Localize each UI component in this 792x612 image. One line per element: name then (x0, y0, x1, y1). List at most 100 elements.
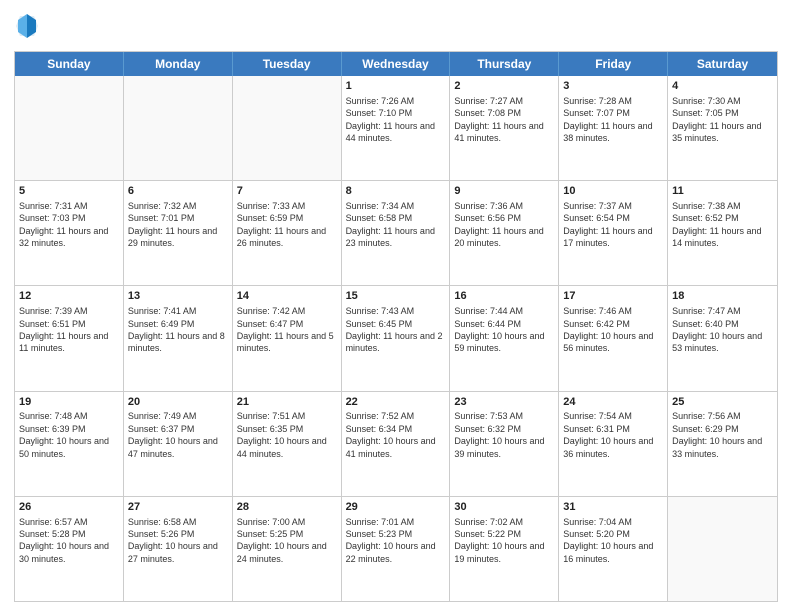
calendar-cell (15, 76, 124, 180)
cell-sun-info: Sunrise: 7:53 AM Sunset: 6:32 PM Dayligh… (454, 410, 554, 460)
day-number: 12 (19, 289, 119, 304)
day-number: 15 (346, 289, 446, 304)
day-number: 17 (563, 289, 663, 304)
calendar-row: 26Sunrise: 6:57 AM Sunset: 5:28 PM Dayli… (15, 497, 777, 601)
cell-sun-info: Sunrise: 7:34 AM Sunset: 6:58 PM Dayligh… (346, 200, 446, 250)
calendar-header: SundayMondayTuesdayWednesdayThursdayFrid… (15, 52, 777, 76)
weekday-header: Sunday (15, 52, 124, 76)
calendar-cell: 23Sunrise: 7:53 AM Sunset: 6:32 PM Dayli… (450, 392, 559, 496)
day-number: 20 (128, 395, 228, 410)
day-number: 1 (346, 79, 446, 94)
cell-sun-info: Sunrise: 7:01 AM Sunset: 5:23 PM Dayligh… (346, 516, 446, 566)
day-number: 16 (454, 289, 554, 304)
day-number: 26 (19, 500, 119, 515)
calendar-cell: 17Sunrise: 7:46 AM Sunset: 6:42 PM Dayli… (559, 286, 668, 390)
calendar-cell: 12Sunrise: 7:39 AM Sunset: 6:51 PM Dayli… (15, 286, 124, 390)
cell-sun-info: Sunrise: 7:33 AM Sunset: 6:59 PM Dayligh… (237, 200, 337, 250)
day-number: 6 (128, 184, 228, 199)
calendar-cell (124, 76, 233, 180)
calendar-cell: 24Sunrise: 7:54 AM Sunset: 6:31 PM Dayli… (559, 392, 668, 496)
cell-sun-info: Sunrise: 7:36 AM Sunset: 6:56 PM Dayligh… (454, 200, 554, 250)
cell-sun-info: Sunrise: 7:38 AM Sunset: 6:52 PM Dayligh… (672, 200, 773, 250)
weekday-header: Thursday (450, 52, 559, 76)
calendar-cell: 25Sunrise: 7:56 AM Sunset: 6:29 PM Dayli… (668, 392, 777, 496)
day-number: 7 (237, 184, 337, 199)
cell-sun-info: Sunrise: 7:51 AM Sunset: 6:35 PM Dayligh… (237, 410, 337, 460)
calendar-row: 19Sunrise: 7:48 AM Sunset: 6:39 PM Dayli… (15, 392, 777, 497)
cell-sun-info: Sunrise: 7:00 AM Sunset: 5:25 PM Dayligh… (237, 516, 337, 566)
cell-sun-info: Sunrise: 7:02 AM Sunset: 5:22 PM Dayligh… (454, 516, 554, 566)
calendar-body: 1Sunrise: 7:26 AM Sunset: 7:10 PM Daylig… (15, 76, 777, 601)
calendar-cell: 30Sunrise: 7:02 AM Sunset: 5:22 PM Dayli… (450, 497, 559, 601)
cell-sun-info: Sunrise: 7:47 AM Sunset: 6:40 PM Dayligh… (672, 305, 773, 355)
cell-sun-info: Sunrise: 7:31 AM Sunset: 7:03 PM Dayligh… (19, 200, 119, 250)
cell-sun-info: Sunrise: 7:56 AM Sunset: 6:29 PM Dayligh… (672, 410, 773, 460)
day-number: 2 (454, 79, 554, 94)
calendar-cell: 28Sunrise: 7:00 AM Sunset: 5:25 PM Dayli… (233, 497, 342, 601)
calendar-cell: 27Sunrise: 6:58 AM Sunset: 5:26 PM Dayli… (124, 497, 233, 601)
cell-sun-info: Sunrise: 7:37 AM Sunset: 6:54 PM Dayligh… (563, 200, 663, 250)
weekday-header: Friday (559, 52, 668, 76)
calendar-cell: 31Sunrise: 7:04 AM Sunset: 5:20 PM Dayli… (559, 497, 668, 601)
cell-sun-info: Sunrise: 7:30 AM Sunset: 7:05 PM Dayligh… (672, 95, 773, 145)
calendar-cell: 18Sunrise: 7:47 AM Sunset: 6:40 PM Dayli… (668, 286, 777, 390)
logo (14, 14, 38, 45)
day-number: 27 (128, 500, 228, 515)
calendar-cell: 21Sunrise: 7:51 AM Sunset: 6:35 PM Dayli… (233, 392, 342, 496)
cell-sun-info: Sunrise: 7:44 AM Sunset: 6:44 PM Dayligh… (454, 305, 554, 355)
header (14, 10, 778, 45)
calendar-cell: 11Sunrise: 7:38 AM Sunset: 6:52 PM Dayli… (668, 181, 777, 285)
calendar-cell: 26Sunrise: 6:57 AM Sunset: 5:28 PM Dayli… (15, 497, 124, 601)
day-number: 28 (237, 500, 337, 515)
calendar-cell: 2Sunrise: 7:27 AM Sunset: 7:08 PM Daylig… (450, 76, 559, 180)
day-number: 24 (563, 395, 663, 410)
day-number: 5 (19, 184, 119, 199)
calendar-cell: 8Sunrise: 7:34 AM Sunset: 6:58 PM Daylig… (342, 181, 451, 285)
weekday-header: Wednesday (342, 52, 451, 76)
weekday-header: Tuesday (233, 52, 342, 76)
calendar-row: 12Sunrise: 7:39 AM Sunset: 6:51 PM Dayli… (15, 286, 777, 391)
day-number: 18 (672, 289, 773, 304)
day-number: 9 (454, 184, 554, 199)
calendar-cell: 19Sunrise: 7:48 AM Sunset: 6:39 PM Dayli… (15, 392, 124, 496)
calendar: SundayMondayTuesdayWednesdayThursdayFrid… (14, 51, 778, 602)
cell-sun-info: Sunrise: 7:42 AM Sunset: 6:47 PM Dayligh… (237, 305, 337, 355)
calendar-cell: 29Sunrise: 7:01 AM Sunset: 5:23 PM Dayli… (342, 497, 451, 601)
day-number: 25 (672, 395, 773, 410)
cell-sun-info: Sunrise: 7:28 AM Sunset: 7:07 PM Dayligh… (563, 95, 663, 145)
calendar-cell: 5Sunrise: 7:31 AM Sunset: 7:03 PM Daylig… (15, 181, 124, 285)
cell-sun-info: Sunrise: 7:43 AM Sunset: 6:45 PM Dayligh… (346, 305, 446, 355)
calendar-cell: 13Sunrise: 7:41 AM Sunset: 6:49 PM Dayli… (124, 286, 233, 390)
calendar-cell (233, 76, 342, 180)
cell-sun-info: Sunrise: 7:54 AM Sunset: 6:31 PM Dayligh… (563, 410, 663, 460)
cell-sun-info: Sunrise: 7:04 AM Sunset: 5:20 PM Dayligh… (563, 516, 663, 566)
calendar-cell: 22Sunrise: 7:52 AM Sunset: 6:34 PM Dayli… (342, 392, 451, 496)
cell-sun-info: Sunrise: 7:32 AM Sunset: 7:01 PM Dayligh… (128, 200, 228, 250)
calendar-cell: 10Sunrise: 7:37 AM Sunset: 6:54 PM Dayli… (559, 181, 668, 285)
calendar-cell: 9Sunrise: 7:36 AM Sunset: 6:56 PM Daylig… (450, 181, 559, 285)
cell-sun-info: Sunrise: 6:58 AM Sunset: 5:26 PM Dayligh… (128, 516, 228, 566)
weekday-header: Saturday (668, 52, 777, 76)
cell-sun-info: Sunrise: 7:52 AM Sunset: 6:34 PM Dayligh… (346, 410, 446, 460)
day-number: 3 (563, 79, 663, 94)
logo-icon (16, 12, 38, 40)
cell-sun-info: Sunrise: 7:27 AM Sunset: 7:08 PM Dayligh… (454, 95, 554, 145)
cell-sun-info: Sunrise: 7:39 AM Sunset: 6:51 PM Dayligh… (19, 305, 119, 355)
calendar-cell: 7Sunrise: 7:33 AM Sunset: 6:59 PM Daylig… (233, 181, 342, 285)
calendar-cell: 3Sunrise: 7:28 AM Sunset: 7:07 PM Daylig… (559, 76, 668, 180)
day-number: 30 (454, 500, 554, 515)
calendar-cell: 1Sunrise: 7:26 AM Sunset: 7:10 PM Daylig… (342, 76, 451, 180)
day-number: 22 (346, 395, 446, 410)
day-number: 21 (237, 395, 337, 410)
cell-sun-info: Sunrise: 7:48 AM Sunset: 6:39 PM Dayligh… (19, 410, 119, 460)
calendar-cell: 14Sunrise: 7:42 AM Sunset: 6:47 PM Dayli… (233, 286, 342, 390)
calendar-cell: 6Sunrise: 7:32 AM Sunset: 7:01 PM Daylig… (124, 181, 233, 285)
day-number: 19 (19, 395, 119, 410)
day-number: 10 (563, 184, 663, 199)
cell-sun-info: Sunrise: 7:49 AM Sunset: 6:37 PM Dayligh… (128, 410, 228, 460)
logo-text (14, 14, 38, 45)
day-number: 14 (237, 289, 337, 304)
day-number: 29 (346, 500, 446, 515)
calendar-cell: 20Sunrise: 7:49 AM Sunset: 6:37 PM Dayli… (124, 392, 233, 496)
calendar-row: 1Sunrise: 7:26 AM Sunset: 7:10 PM Daylig… (15, 76, 777, 181)
